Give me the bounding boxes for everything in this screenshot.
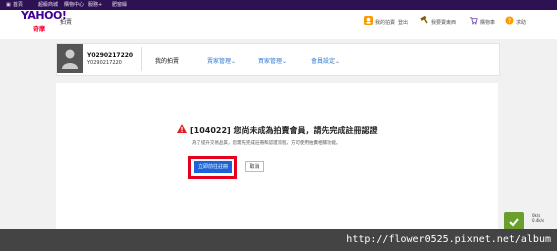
sell-link[interactable]: 我要賣東西	[431, 19, 456, 26]
speed-readout: 0k/s 0.4k/s	[532, 213, 544, 223]
error-title: [104022] 您尚未成為拍賣會員，請先完成註冊認證	[190, 126, 378, 135]
tab-label: 賣家管理	[207, 58, 232, 65]
logout-link[interactable]: 登出	[398, 19, 408, 26]
svg-text:?: ?	[508, 18, 511, 25]
topnav-item-shopping[interactable]: 購物中心	[64, 1, 84, 9]
cart-icon	[469, 17, 478, 25]
check-icon	[509, 218, 519, 227]
default-avatar-icon	[62, 49, 78, 69]
tab-buyer-management[interactable]: 買家管理⌄	[258, 56, 287, 65]
warning-icon	[177, 124, 187, 133]
topnav-item-mall[interactable]: 超級商城	[38, 1, 58, 9]
cancel-button[interactable]: 取消	[245, 161, 264, 172]
yahoo-logo-sub: 奇摩	[33, 26, 46, 33]
member-profile-bar: Y0290217220 Y0290217220 我的拍賣 賣家管理⌄ 買家管理⌄…	[56, 43, 500, 76]
help-link[interactable]: 求助	[516, 19, 526, 26]
home-icon[interactable]: ▣	[6, 1, 11, 9]
topnav-item-misc[interactable]: 肥窗緣	[112, 1, 127, 9]
tab-my-auction[interactable]: 我的拍賣	[155, 56, 179, 65]
member-name: Y0290217220	[87, 52, 134, 59]
error-description: 為了提升交易品質，您需先完成註冊和認證流程，方可使用拍賣相關功能。	[192, 141, 341, 146]
chevron-down-icon: ⌄	[231, 58, 237, 65]
cart-link[interactable]: 購物車	[480, 19, 495, 26]
chevron-down-icon: ⌄	[282, 58, 288, 65]
topnav-item-home[interactable]: 首頁	[13, 1, 23, 9]
tab-member-settings[interactable]: 會員設定⌄	[311, 56, 340, 65]
divider	[141, 47, 142, 71]
tab-label: 買家管理	[258, 58, 283, 65]
avatar	[57, 44, 83, 73]
speed-line-2: 0.4k/s	[532, 218, 545, 223]
tab-seller-management[interactable]: 賣家管理⌄	[207, 56, 236, 65]
top-navigation-bar: ▣ 首頁 超級商城 購物中心 服務+ 肥窗緣	[0, 0, 557, 10]
gavel-icon	[420, 16, 428, 24]
register-now-button[interactable]: 立即前往註冊	[194, 161, 232, 173]
topnav-item-service[interactable]: 服務+	[88, 1, 102, 9]
watermark-text: http://flower0525.pixnet.net/album	[346, 234, 551, 245]
help-icon: ?	[505, 16, 514, 25]
chevron-down-icon: ⌄	[335, 58, 341, 65]
user-icon	[364, 16, 373, 25]
tab-label: 會員設定	[311, 58, 336, 65]
my-auction-link[interactable]: 我的拍賣	[375, 19, 395, 26]
section-title: 拍賣	[60, 19, 73, 26]
member-id: Y0290217220	[87, 60, 122, 66]
main-content-panel	[56, 83, 498, 229]
